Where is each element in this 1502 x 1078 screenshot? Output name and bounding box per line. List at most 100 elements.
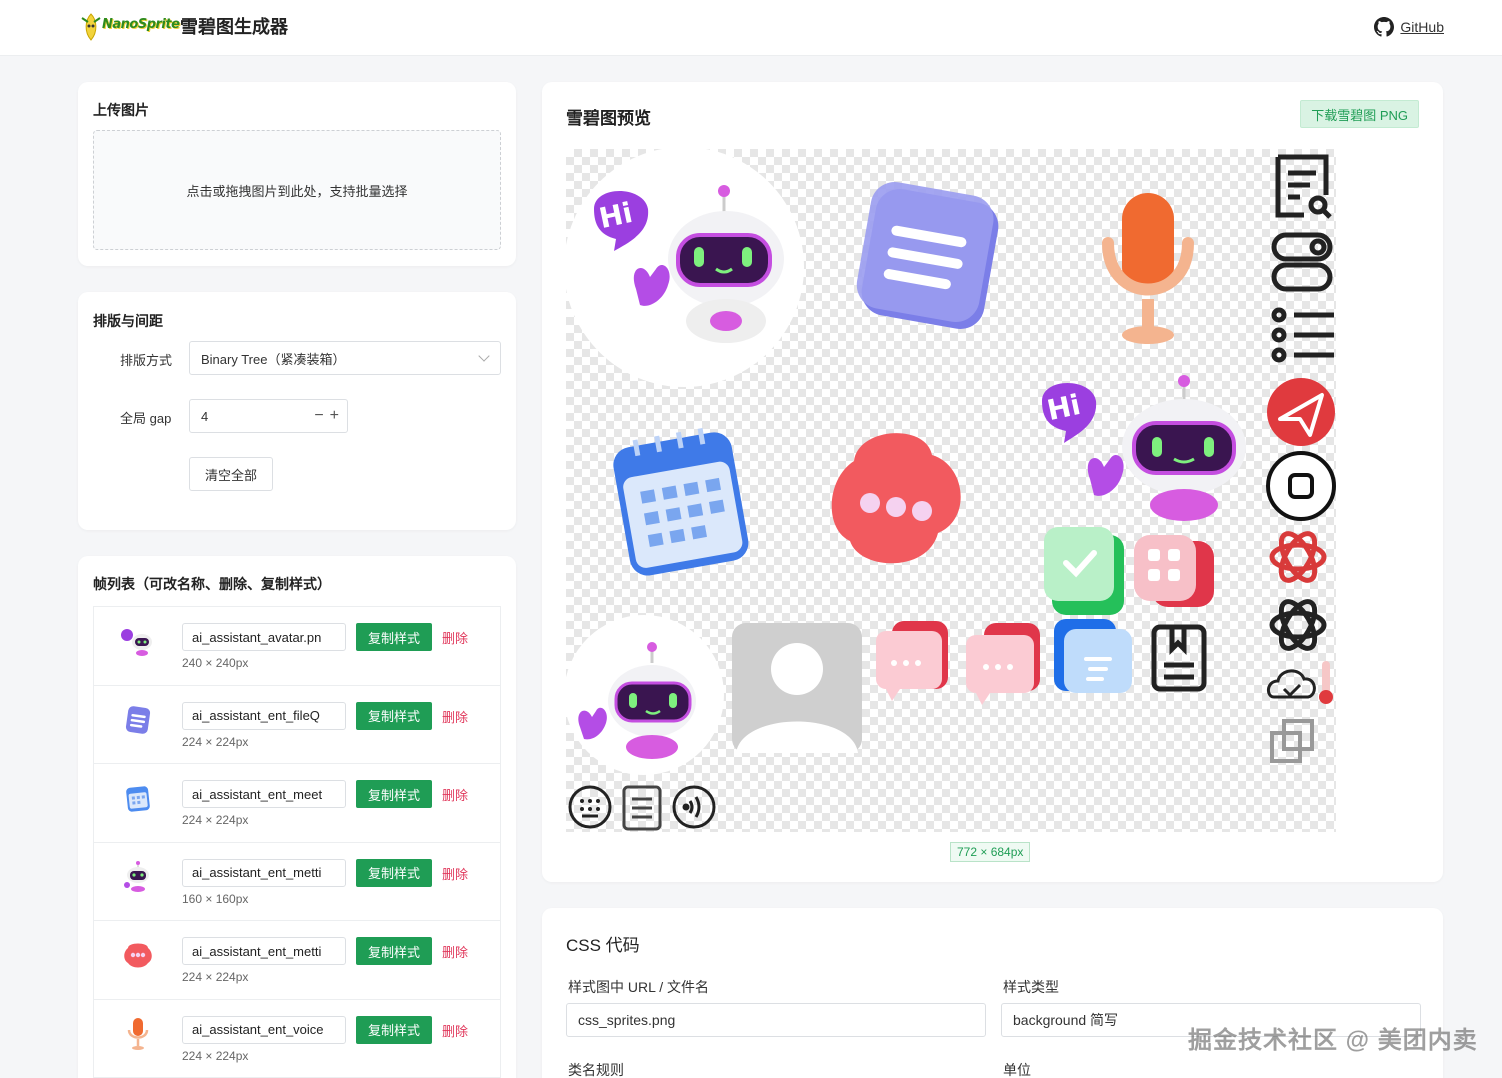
sprite-dimensions: 772 × 684px [950,842,1031,862]
copy-style-button[interactable]: 复制样式 [356,623,432,651]
top-bar: NanoSprite 雪碧图生成器 GitHub [0,0,1502,56]
layout-card: 排版与间距 排版方式 Binary Tree（紧凑装箱） 全局 gap 4 − … [78,292,516,530]
minus-icon[interactable]: − [314,407,323,425]
list-icon [1271,307,1334,363]
atom-red-icon [1269,531,1327,583]
cloud-check-icon [1267,661,1333,704]
layout-mode-select[interactable]: Binary Tree（紧凑装箱） [189,341,501,375]
frames-title: 帧列表（可改名称、删除、复制样式） [93,576,331,592]
robot-hi-icon: Hi [566,149,804,387]
copy-style-button[interactable]: 复制样式 [356,858,432,887]
style-type-label: 样式类型 [1003,979,1059,995]
gap-stepper[interactable]: 4 − + [189,399,348,433]
list-item: ai_assistant_ent_fileQ 224 × 224px 复制样式 … [93,685,501,764]
copy-style-button[interactable]: 复制样式 [356,937,432,965]
list-item: ai_assistant_ent_meet 224 × 224px 复制样式 删… [93,764,501,843]
class-rule-label: 类名规则 [568,1062,624,1078]
delete-button[interactable]: 删除 [442,785,468,804]
frame-name-input[interactable]: ai_assistant_ent_metti [182,858,346,887]
file-icon [856,182,999,329]
preview-title: 雪碧图预览 [566,109,651,128]
keyboard-icon [568,785,612,829]
app-title: 雪碧图生成器 [180,17,288,37]
url-input[interactable]: css_sprites.png [566,1003,986,1037]
copy-style-button[interactable]: 复制样式 [356,780,432,808]
delete-button[interactable]: 删除 [442,707,468,726]
message-blue-icon [1054,619,1132,693]
sprite-canvas: Hi Hi [566,149,1336,832]
brand[interactable]: NanoSprite 雪碧图生成器 [76,6,288,46]
dropzone-text: 点击或拖拽图片到此处，支持批量选择 [186,183,408,199]
list-item: ai_assistant_ent_metti 160 × 160px 复制样式 … [93,842,501,921]
layout-mode-value: Binary Tree（紧凑装箱） [201,351,346,367]
url-value: css_sprites.png [578,1012,676,1028]
toggle-settings-icon [1271,232,1333,292]
copy-style-button[interactable]: 复制样式 [356,701,432,730]
frame-size: 224 × 224px [182,970,249,984]
copy-icon [1270,719,1314,763]
delete-button[interactable]: 删除 [442,1021,468,1040]
document-icon [622,785,662,831]
plus-icon[interactable]: + [330,407,339,425]
github-label: GitHub [1400,19,1444,35]
chat-pink-icon [876,621,948,701]
user-placeholder-icon [732,623,862,753]
upload-card: 上传图片 点击或拖拽图片到此处，支持批量选择 [78,82,516,266]
frame-name-input[interactable]: ai_assistant_ent_fileQ [182,701,346,730]
calendar-icon [613,428,749,576]
svg-text:Hi: Hi [1044,388,1083,427]
upload-title: 上传图片 [93,102,149,118]
chat-bubble-icon [120,937,156,973]
chevron-down-icon [478,350,490,362]
list-item: ai_assistant_avatar.pn 240 × 240px 复制样式 … [93,607,501,686]
css-code-title: CSS 代码 [566,936,640,955]
voice-icon [672,785,716,829]
upload-dropzone[interactable]: 点击或拖拽图片到此处，支持批量选择 [93,130,501,250]
frame-name-input[interactable]: ai_assistant_ent_voice [182,1015,346,1044]
frame-size: 224 × 224px [182,813,249,827]
robot-icon: Hi [1042,375,1246,521]
microphone-icon [1102,193,1194,344]
copy-style-button[interactable]: 复制样式 [356,1015,432,1044]
preview-card: 雪碧图预览 下载雪碧图 PNG Hi Hi 772 × 684px [542,82,1443,882]
frame-name-input[interactable]: ai_assistant_ent_metti [182,937,346,965]
frames-card: 帧列表（可改名称、删除、复制样式） ai_assistant_avatar.pn… [78,556,516,1078]
send-icon [1267,378,1335,446]
atom-icon [1269,599,1327,651]
watermark: 掘金技术社区 @ 美团内卖 [1188,1027,1478,1054]
gap-label: 全局 gap [120,411,172,426]
layout-title: 排版与间距 [93,313,163,329]
delete-button[interactable]: 删除 [442,942,468,961]
clear-all-button[interactable]: 清空全部 [189,457,273,491]
frame-size: 224 × 224px [182,1048,249,1063]
robot-hi-icon [120,623,156,659]
github-link[interactable]: GitHub [1374,17,1444,37]
frame-name-input[interactable]: ai_assistant_avatar.pn [182,623,346,651]
svg-text:Hi: Hi [596,196,635,235]
chat-pink-icon [966,623,1040,705]
url-label: 样式图中 URL / 文件名 [568,979,710,995]
stop-icon [1266,451,1336,521]
document-search-icon [1275,154,1332,219]
download-png-button[interactable]: 下载雪碧图 PNG [1300,100,1419,128]
frame-list: ai_assistant_avatar.pn 240 × 240px 复制样式 … [93,606,501,1078]
style-type-value: background 简写 [1013,1012,1119,1028]
robot-avatar-icon [566,615,724,775]
frame-size: 240 × 240px [182,656,249,670]
list-item: ai_assistant_ent_metti 224 × 224px 复制样式 … [93,921,501,1000]
chat-bubble-icon [831,433,961,564]
delete-button[interactable]: 删除 [442,628,468,647]
nanosprite-logo: NanoSprite [76,6,180,46]
robot-icon [120,859,156,895]
github-icon [1374,17,1395,37]
frame-size: 224 × 224px [182,734,249,749]
delete-button[interactable]: 删除 [442,864,468,883]
frame-size: 160 × 160px [182,891,249,906]
frame-name-input[interactable]: ai_assistant_ent_meet [182,780,346,808]
file-icon [120,702,156,738]
app-grid-icon [1134,535,1214,607]
layout-mode-label: 排版方式 [120,353,173,368]
check-icon [1044,527,1124,615]
gap-value: 4 [201,408,209,424]
unit-label: 单位 [1003,1062,1031,1078]
